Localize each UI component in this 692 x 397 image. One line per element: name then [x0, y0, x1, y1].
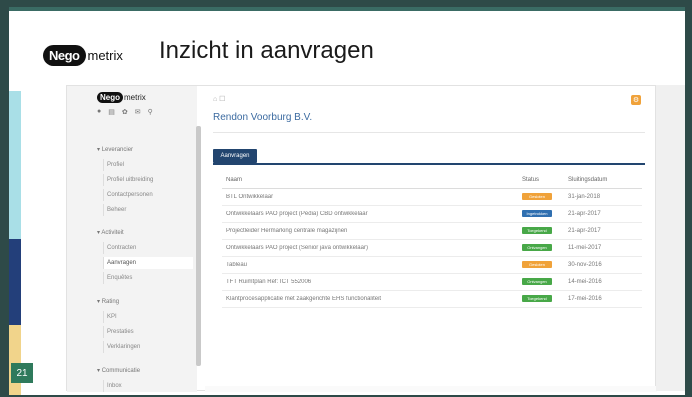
- sidebar-item-contracten[interactable]: Contracten: [103, 242, 193, 254]
- divider: [213, 132, 645, 133]
- row-status-cell: Ontvangen: [522, 277, 568, 287]
- status-badge: Toegekend: [522, 226, 552, 234]
- row-date: 31-jan-2018: [568, 194, 601, 200]
- sidebar-toolbar: ● ▤ ✿ ✉ ⚲: [97, 108, 153, 116]
- band-light-blue: [9, 91, 21, 239]
- slide: 21 Nego metrix Inzicht in aanvragen Nego…: [9, 7, 685, 395]
- breadcrumb[interactable]: ⌂ ☐: [213, 95, 225, 103]
- status-badge: Gesloten: [522, 192, 552, 200]
- sidebar-item-kpi[interactable]: KPI: [103, 311, 193, 323]
- sidebar-item-contactpersonen[interactable]: Contactpersonen: [103, 189, 193, 201]
- row-name[interactable]: Klantprocesapplicatie met zaakgerichte E…: [222, 296, 522, 302]
- app-logo-part2: metrix: [124, 93, 146, 102]
- row-status-cell: Toegekend: [522, 294, 568, 304]
- sidebar-group-activiteit[interactable]: ▾ Activiteit: [97, 229, 124, 236]
- table-row[interactable]: Ontwikkelaars PAO project (Pedia) CBD on…: [222, 206, 642, 223]
- sidebar-scrollbar[interactable]: [196, 126, 201, 366]
- row-name[interactable]: Tableau: [222, 262, 522, 268]
- row-status-cell: Gesloten: [522, 192, 568, 202]
- sidebar-item-inbox[interactable]: Inbox: [103, 380, 193, 392]
- sidebar-group-rating[interactable]: ▾ Rating: [97, 298, 119, 305]
- table-row[interactable]: Projectleider Hermarking centrale magazi…: [222, 223, 642, 240]
- status-badge: Ontvangen: [522, 243, 552, 251]
- logo-part2: metrix: [87, 48, 123, 63]
- row-date: 14-mei-2016: [568, 279, 602, 285]
- row-status-cell: Gesloten: [522, 260, 568, 270]
- status-badge: Ingetrokken: [522, 209, 552, 217]
- negometrix-logo: Nego metrix: [43, 45, 123, 66]
- app-logo[interactable]: Nego metrix: [97, 92, 146, 103]
- table-row[interactable]: Tableau Gesloten 30-nov-2016: [222, 257, 642, 274]
- band-dark-blue: [9, 239, 21, 325]
- page-number: 21: [11, 363, 33, 383]
- sidebar-item-beheer[interactable]: Beheer: [103, 204, 193, 216]
- row-name[interactable]: Ontwikkelaars PAO project (Pedia) CBD on…: [222, 211, 522, 217]
- row-status-cell: Ontvangen: [522, 243, 568, 253]
- company-name: Rendon Voorburg B.V.: [213, 112, 313, 123]
- table-row[interactable]: Klantprocesapplicatie met zaakgerichte E…: [222, 291, 642, 308]
- sidebar-item-profiel[interactable]: Profiel: [103, 159, 193, 171]
- requests-table: Naam Status Sluitingsdatum BTL Ontwikkel…: [222, 172, 642, 308]
- app-screenshot: Nego metrix ● ▤ ✿ ✉ ⚲ ▾ Leverancier Prof…: [66, 85, 657, 392]
- mail-icon[interactable]: ✉: [135, 108, 141, 116]
- slide-title: Inzicht in aanvragen: [159, 37, 374, 64]
- row-date: 21-apr-2017: [568, 228, 601, 234]
- table-row[interactable]: Ontwikkelaars PAO project (Senior java o…: [222, 240, 642, 257]
- status-badge: Gesloten: [522, 260, 552, 268]
- home-icon[interactable]: ●: [97, 108, 101, 116]
- main-content: ⌂ ☐ Rendon Voorburg B.V. ⚙ Aanvragen Naa…: [205, 86, 657, 392]
- settings-button[interactable]: ⚙: [631, 95, 641, 105]
- content-footer: [205, 386, 657, 392]
- sidebar-item-profiel-uitbreiding[interactable]: Profiel uitbreiding: [103, 174, 193, 186]
- document-icon[interactable]: ▤: [108, 108, 115, 116]
- row-date: 11-mei-2017: [568, 245, 602, 251]
- logo-part1: Nego: [43, 45, 86, 66]
- header-status[interactable]: Status: [522, 177, 568, 183]
- header-naam[interactable]: Naam: [222, 177, 522, 183]
- sidebar: Nego metrix ● ▤ ✿ ✉ ⚲ ▾ Leverancier Prof…: [67, 86, 197, 392]
- table-row[interactable]: BTL Ontwikkelaar Gesloten 31-jan-2018: [222, 189, 642, 206]
- gear-icon[interactable]: ✿: [122, 108, 128, 116]
- row-name[interactable]: TFT Ruimtplan Ref: ICT 552006: [222, 279, 522, 285]
- tab-underline: [213, 163, 645, 165]
- app-logo-part1: Nego: [97, 92, 123, 103]
- row-date: 21-apr-2017: [568, 211, 601, 217]
- row-name[interactable]: Ontwikkelaars PAO project (Senior java o…: [222, 245, 522, 251]
- sidebar-item-prestaties[interactable]: Prestaties: [103, 326, 193, 338]
- right-gutter: [656, 85, 685, 391]
- header-sluitingsdatum[interactable]: Sluitingsdatum: [568, 177, 638, 183]
- table-header: Naam Status Sluitingsdatum: [222, 172, 642, 189]
- sidebar-item-verklaringen[interactable]: Verklaringen: [103, 341, 193, 353]
- status-badge: Toegekend: [522, 294, 552, 302]
- row-status-cell: Ingetrokken: [522, 209, 568, 219]
- band-yellow: [9, 325, 21, 395]
- sidebar-group-communicatie[interactable]: ▾ Communicatie: [97, 367, 140, 374]
- slide-top-strip: [9, 7, 685, 11]
- row-name[interactable]: BTL Ontwikkelaar: [222, 194, 522, 200]
- row-status-cell: Toegekend: [522, 226, 568, 236]
- sidebar-group-leverancier[interactable]: ▾ Leverancier: [97, 146, 133, 153]
- table-row[interactable]: TFT Ruimtplan Ref: ICT 552006 Ontvangen 14…: [222, 274, 642, 291]
- slide-left-color-band: [9, 91, 21, 395]
- tab-aanvragen[interactable]: Aanvragen: [213, 149, 257, 163]
- row-date: 17-mei-2016: [568, 296, 602, 302]
- sidebar-item-aanvragen[interactable]: Aanvragen: [103, 257, 193, 269]
- sidebar-item-enquetes[interactable]: Enquêtes: [103, 272, 193, 284]
- status-badge: Ontvangen: [522, 277, 552, 285]
- search-icon[interactable]: ⚲: [148, 108, 153, 116]
- row-date: 30-nov-2016: [568, 262, 602, 268]
- row-name[interactable]: Projectleider Hermarking centrale magazi…: [222, 228, 522, 234]
